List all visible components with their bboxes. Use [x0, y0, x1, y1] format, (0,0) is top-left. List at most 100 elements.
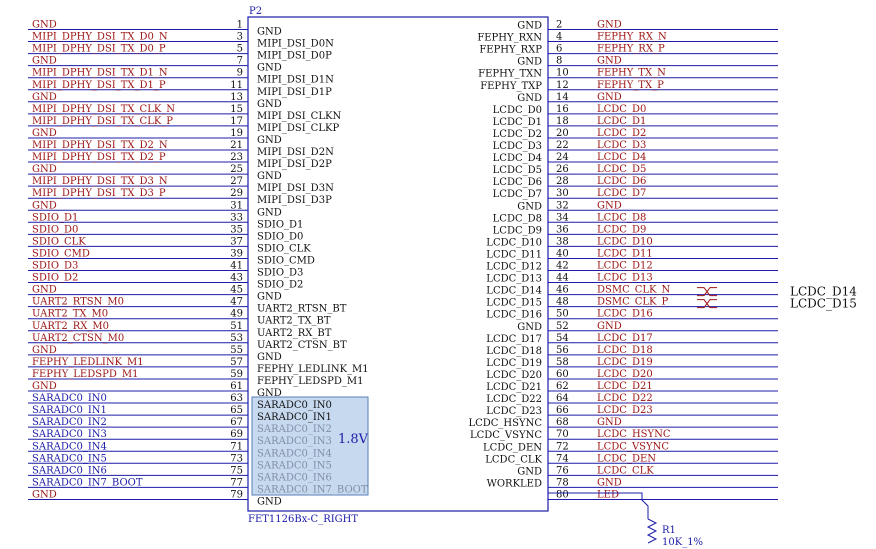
right-pin-row[interactable]: 6 FEPHY_RX_P FEPHY_RXP	[479, 44, 778, 56]
net-label: FEPHY_TX_P	[597, 80, 664, 91]
pin-number: 33	[230, 212, 243, 223]
net-label: LCDC_VSYNC	[597, 441, 669, 452]
right-pin-row[interactable]: 40 LCDC_D11 LCDC_D11	[486, 248, 778, 260]
pin-name: MIPI_DSI_D1P	[257, 87, 332, 98]
right-pin-row[interactable]: 38 LCDC_D10 LCDC_D10	[486, 236, 778, 248]
pin-name: GND	[257, 63, 282, 74]
pin-name: FEPHY_RXP	[479, 45, 542, 56]
right-pin-row[interactable]: 74 LCDC_DEN LCDC_CLK	[485, 453, 778, 465]
left-pin-row[interactable]: GND 79 GND	[28, 489, 282, 507]
right-pin-row[interactable]: 2 GND GND	[517, 20, 778, 32]
right-pin-row[interactable]: 14 GND GND	[517, 92, 778, 104]
right-pin-row[interactable]: 24 LCDC_D4 LCDC_D4	[493, 152, 778, 164]
pin-number: 21	[230, 140, 243, 151]
right-pin-row[interactable]: 16 LCDC_D0 LCDC_D0	[493, 104, 778, 116]
resistor-r1[interactable]: R1 10K_1%	[548, 492, 703, 548]
right-pin-row[interactable]: 34 LCDC_D8 LCDC_D8	[493, 212, 778, 224]
pin-name: MIPI_DSI_D3P	[257, 195, 332, 206]
pin-number: 41	[230, 261, 243, 272]
right-pin-row[interactable]: 68 GND LCDC_HSYNC	[468, 417, 778, 429]
net-label: GND	[597, 200, 622, 211]
pin-name: SARADC0_IN7_BOOT	[257, 484, 368, 495]
net-label: LCDC_D2	[597, 128, 646, 139]
component-designator: P2	[249, 6, 262, 17]
schematic-svg: P2 FET1126Bx-C_RIGHT 1.8V GND 1GNDMIPI_DP…	[28, 6, 857, 548]
right-pin-row[interactable]: 4 FEPHY_RX_N FEPHY_RXN	[477, 32, 778, 44]
right-pin-row[interactable]: 60 LCDC_D20 LCDC_D20	[486, 369, 778, 381]
right-pin-row[interactable]: 58 LCDC_D19 LCDC_D19	[486, 357, 778, 369]
pin-number: 68	[556, 417, 569, 428]
pin-number: 16	[556, 104, 569, 115]
schematic-canvas: P2 FET1126Bx-C_RIGHT 1.8V GND 1 GND MIPI_DP…	[0, 0, 876, 549]
pin-name: GND	[257, 135, 282, 146]
right-pin-row[interactable]: 66 LCDC_D23 LCDC_D23	[486, 405, 778, 417]
net-label: FEPHY_LEDSPD_M1	[32, 369, 138, 380]
right-pin-row[interactable]: 72 LCDC_VSYNC LCDC_DEN	[483, 441, 778, 453]
right-pin-row[interactable]: 36 LCDC_D9 LCDC_D9	[493, 224, 778, 236]
pin-number: 34	[556, 212, 569, 223]
net-label: MIPI_DPHY_DSI_TX_CLK_P	[32, 116, 173, 127]
net-label: LCDC_D19	[597, 357, 653, 368]
right-pin-row[interactable]: 26 LCDC_D5 LCDC_D5	[493, 164, 778, 176]
pin-number: 28	[556, 176, 569, 187]
right-pin-row[interactable]: 78 GND WORKLED	[487, 477, 778, 489]
pin-name: SDIO_D1	[257, 219, 303, 230]
right-pin-row[interactable]: 12 FEPHY_TX_P FEPHY_TXP	[480, 80, 778, 92]
pin-number: 1	[237, 20, 243, 31]
right-pin-row[interactable]: 50 LCDC_D16 LCDC_D16	[486, 309, 778, 321]
right-pin-row[interactable]: 52 GND GND	[517, 321, 778, 333]
right-pin-row[interactable]: 80 LED	[548, 489, 778, 500]
right-pin-row[interactable]: 28 LCDC_D6 LCDC_D6	[493, 176, 778, 188]
pin-name: LCDC_D4	[493, 153, 542, 164]
net-label: MIPI_DPHY_DSI_TX_D3_N	[32, 176, 168, 187]
net-label: MIPI_DPHY_DSI_TX_D2_N	[32, 140, 168, 151]
pin-number: 19	[230, 128, 243, 139]
right-pin-row[interactable]: 8 GND GND	[517, 56, 778, 68]
right-pin-row[interactable]: 22 LCDC_D3 LCDC_D3	[493, 140, 778, 152]
right-pin-row[interactable]: 54 LCDC_D17 LCDC_D17	[486, 333, 778, 345]
right-pin-row[interactable]: 30 LCDC_D7 LCDC_D7	[493, 188, 778, 200]
pin-number: 39	[230, 248, 243, 259]
pin-number: 20	[556, 128, 569, 139]
right-pin-row[interactable]: 62 LCDC_D21 LCDC_D21	[486, 381, 778, 393]
right-pin-row[interactable]: 48 DSMC_CLK_P LCDC_D15 LCDC_D15	[486, 297, 857, 311]
pin-number: 10	[556, 68, 569, 79]
pin-number: 31	[230, 200, 243, 211]
pin-number: 78	[556, 477, 569, 488]
right-pin-row[interactable]: 64 LCDC_D22 LCDC_D22	[486, 393, 778, 405]
pin-name: GND	[257, 496, 282, 507]
right-pin-row[interactable]: 20 LCDC_D2 LCDC_D2	[493, 128, 778, 140]
net-label: GND	[597, 321, 622, 332]
pin-name: SARADC0_IN4	[257, 448, 332, 459]
pin-number: 38	[556, 236, 569, 247]
right-pin-row[interactable]: 44 LCDC_D13 LCDC_D13	[486, 273, 778, 285]
pin-name: LCDC_D8	[493, 213, 542, 224]
net-label: MIPI_DPHY_DSI_TX_D1_N	[32, 68, 168, 79]
pin-name: GND	[517, 322, 542, 333]
net-label: GND	[597, 56, 622, 67]
pin-name: MIPI_DSI_CLKN	[257, 111, 341, 122]
right-pin-row[interactable]: 76 LCDC_CLK GND	[517, 465, 778, 477]
pin-name: UART2_CTSN_BT	[257, 340, 347, 351]
pin-name: GND	[257, 27, 282, 38]
pin-name: GND	[517, 201, 542, 212]
right-pin-row[interactable]: 32 GND GND	[517, 200, 778, 212]
pin-name: LCDC_D7	[493, 189, 542, 200]
alias-label: LCDC_D15	[790, 297, 857, 311]
right-pin-row[interactable]: 42 LCDC_D12 LCDC_D12	[486, 261, 778, 273]
pin-name: MIPI_DSI_D2P	[257, 159, 332, 170]
net-label: GND	[32, 164, 57, 175]
net-label: LCDC_D11	[597, 248, 653, 259]
pin-number: 51	[230, 321, 243, 332]
pin-number: 80	[556, 489, 569, 500]
right-pin-row[interactable]: 56 LCDC_D18 LCDC_D18	[486, 345, 778, 357]
net-label: FEPHY_RX_P	[597, 44, 665, 55]
right-pin-row[interactable]: 18 LCDC_D1 LCDC_D1	[493, 116, 778, 128]
pin-name: SARADC0_IN2	[257, 424, 332, 435]
pin-name: SDIO_CLK	[257, 243, 311, 254]
right-pin-row[interactable]: 70 LCDC_HSYNC LCDC_VSYNC	[470, 429, 778, 441]
net-label: GND	[597, 477, 622, 488]
pin-name: LCDC_CLK	[485, 454, 542, 465]
pin-number: 13	[230, 92, 243, 103]
right-pin-row[interactable]: 10 FEPHY_TX_N FEPHY_TXN	[478, 68, 778, 80]
